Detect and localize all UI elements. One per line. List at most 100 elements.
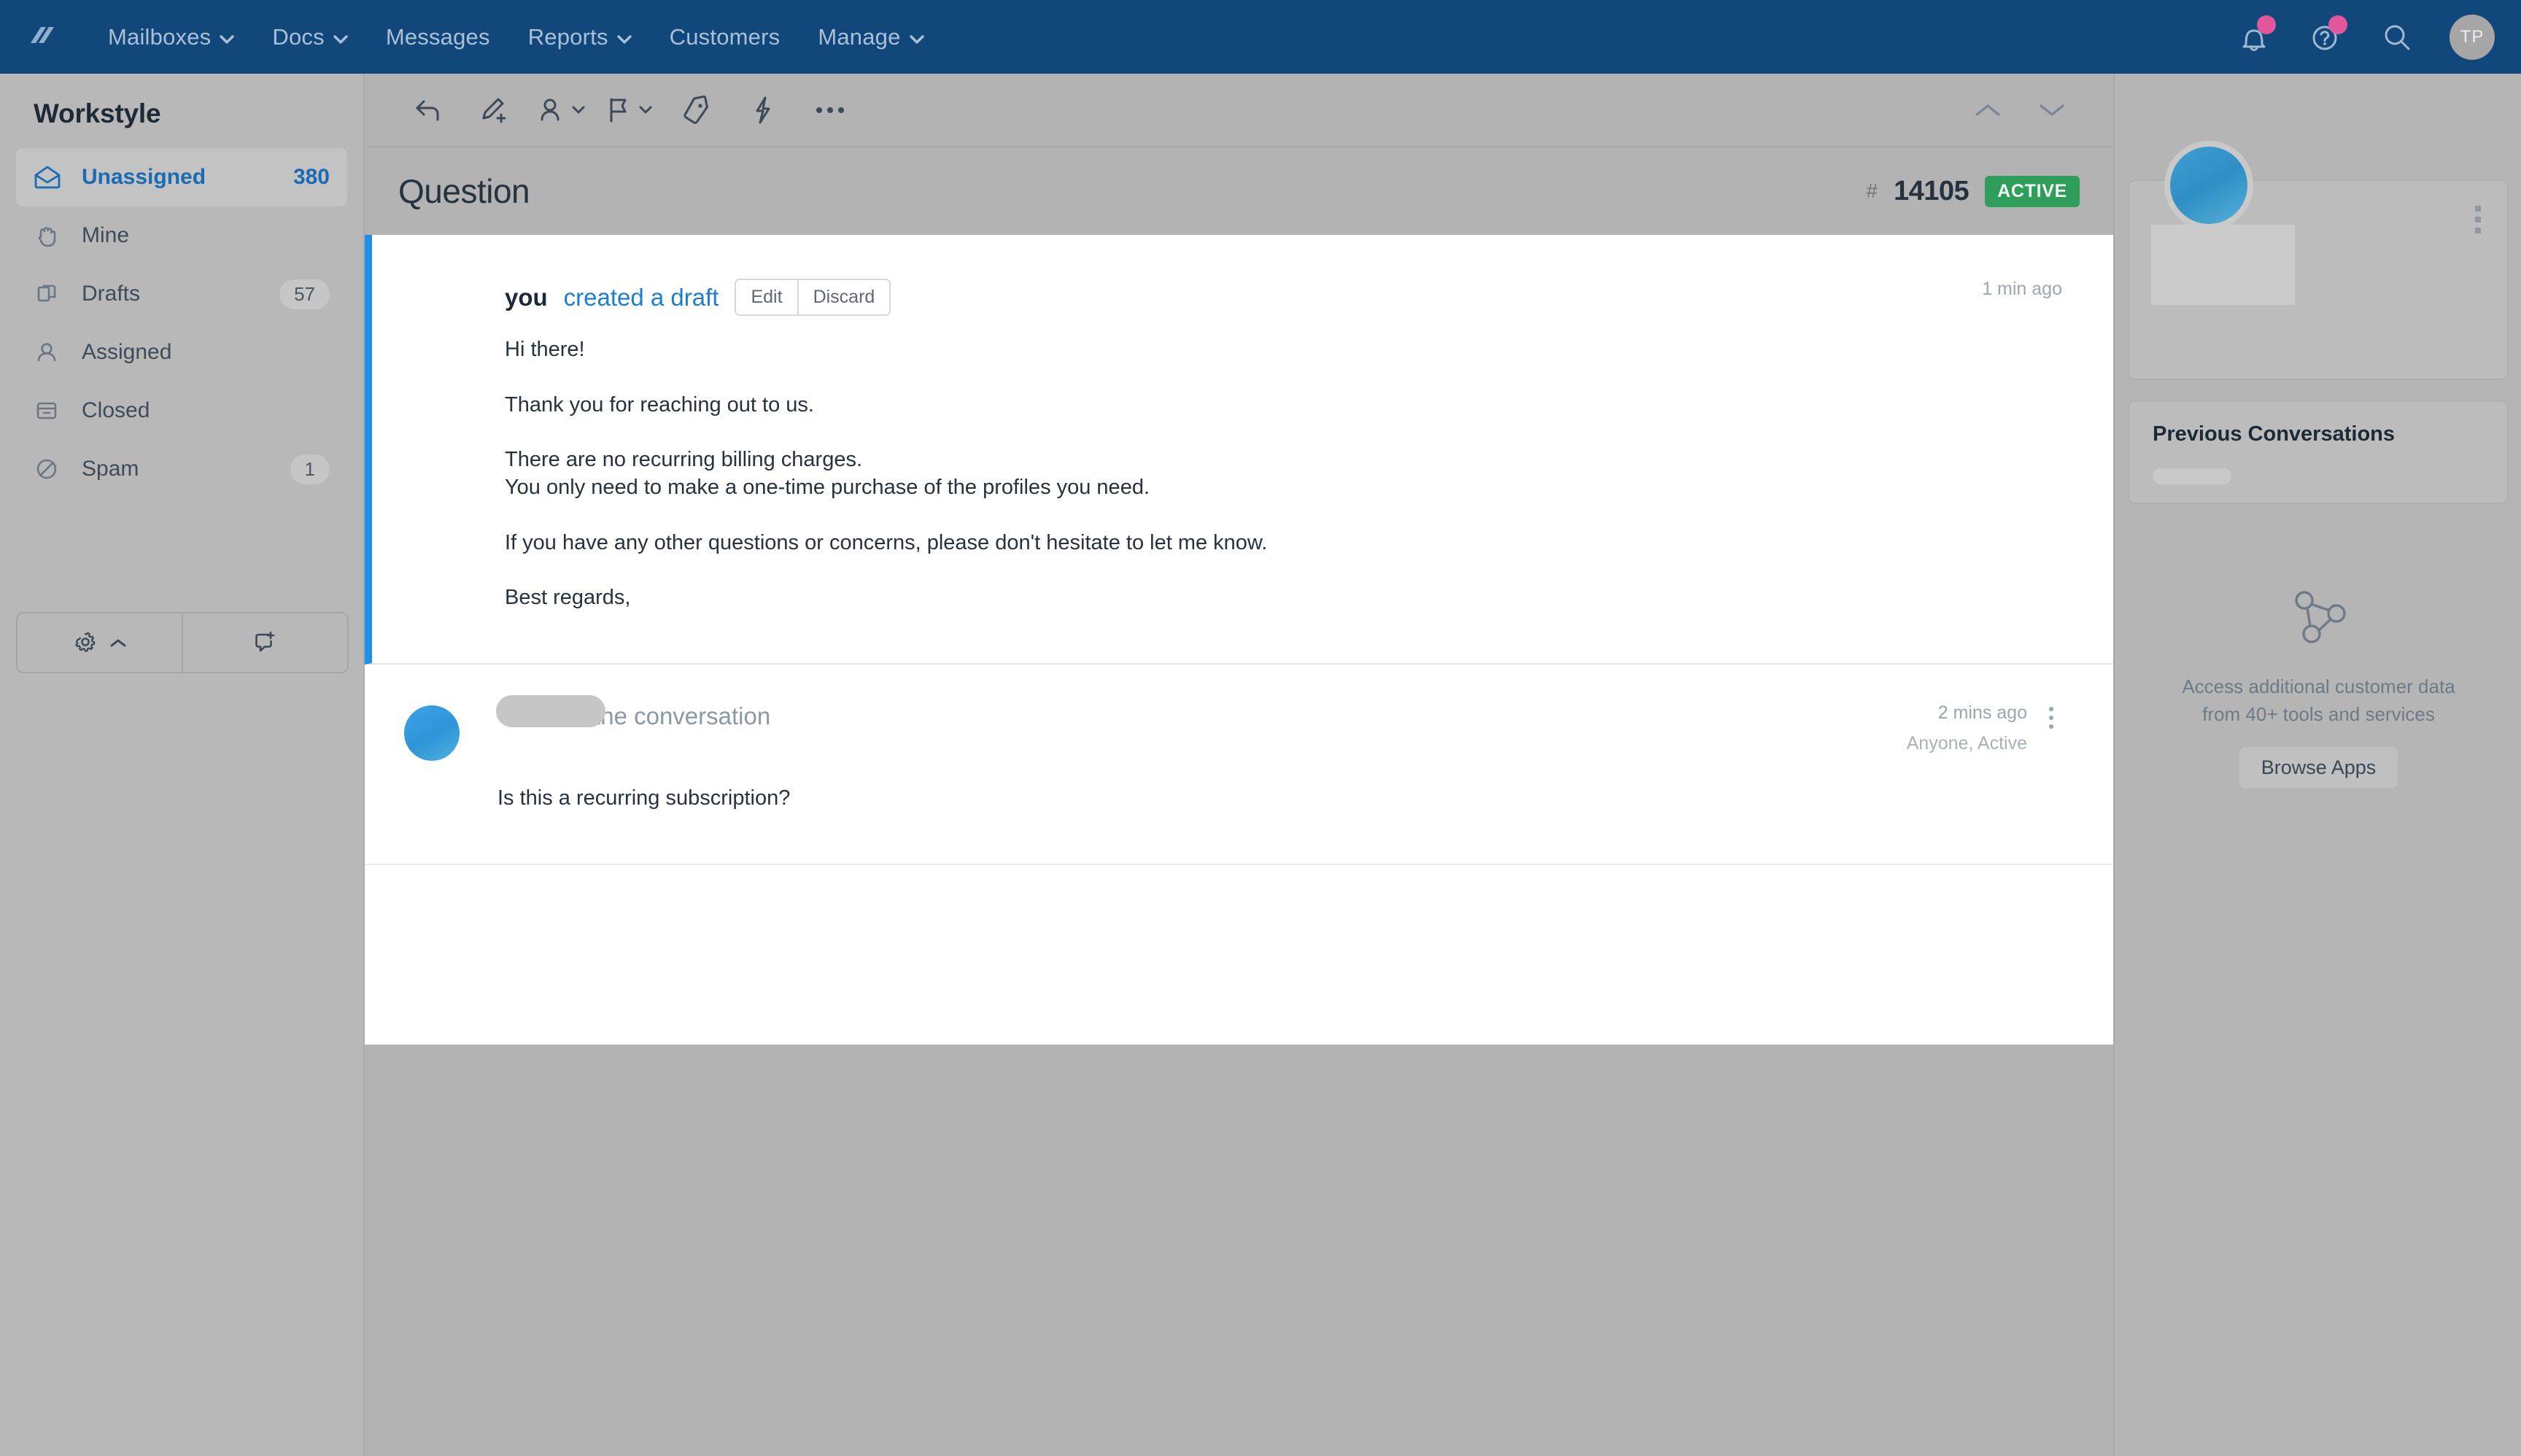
chevron-down-icon — [333, 24, 348, 50]
help-button[interactable] — [2293, 5, 2358, 69]
draft-action-link[interactable]: created a draft — [564, 284, 719, 311]
help-badge — [2328, 15, 2347, 34]
status-button[interactable] — [595, 73, 662, 147]
message-assignment: Anyone, Active — [1906, 733, 2027, 754]
customer-more-button[interactable] — [2475, 206, 2481, 233]
sidebar-item-count: 1 — [290, 454, 330, 484]
draft-actions: Edit Discard — [735, 279, 891, 316]
thread-item-draft: you created a draft Edit Discard 1 min a… — [365, 235, 2113, 665]
nav-item-customers[interactable]: Customers — [651, 0, 799, 74]
folder-list: Unassigned 380 Mine Drafts 57 Assigned C… — [0, 148, 363, 498]
draft-spacer — [505, 502, 2062, 530]
apps-empty-text: Access additional customer data from 40+… — [2182, 673, 2455, 728]
notifications-button[interactable] — [2222, 5, 2286, 69]
nav-item-label: Reports — [527, 23, 608, 50]
chevron-down-icon — [638, 105, 653, 115]
sidebar-footer — [16, 612, 349, 673]
conversation-thread: you created a draft Edit Discard 1 min a… — [365, 235, 2113, 1045]
browse-apps-button[interactable]: Browse Apps — [2239, 747, 2398, 789]
apps-empty-line1: Access additional customer data — [2182, 675, 2455, 697]
nav-item-label: Manage — [818, 23, 901, 50]
person-icon — [538, 96, 565, 125]
reply-button[interactable] — [394, 73, 461, 147]
helpscout-logo-icon[interactable] — [22, 18, 60, 56]
previous-conversation-redacted — [2153, 468, 2231, 484]
apps-empty-line2: from 40+ tools and services — [2202, 702, 2435, 725]
lightning-icon — [751, 95, 775, 125]
chevron-down-icon — [571, 105, 586, 115]
sidebar-item-unassigned[interactable]: Unassigned 380 — [16, 148, 347, 206]
chevron-down-icon — [2040, 104, 2064, 116]
draft-author: you — [505, 283, 548, 311]
previous-conversation-button[interactable] — [1962, 84, 2014, 136]
gear-icon — [73, 630, 99, 656]
person-icon — [34, 339, 73, 365]
customer-card — [2128, 141, 2509, 380]
sidebar-item-mine[interactable]: Mine — [16, 206, 347, 265]
new-conversation-button[interactable] — [182, 613, 347, 672]
nav-item-mailboxes[interactable]: Mailboxes — [89, 0, 253, 74]
conversation-pane: Question # 14105 ACTIVE you created a dr… — [365, 74, 2113, 1456]
mailbox-settings-button[interactable] — [18, 613, 182, 672]
sidebar-item-label: Closed — [82, 398, 150, 422]
previous-conversations-title: Previous Conversations — [2153, 422, 2395, 446]
search-button[interactable] — [2365, 5, 2429, 69]
message-more-button[interactable] — [2040, 702, 2062, 729]
chevron-down-icon — [616, 24, 632, 50]
nav-item-messages[interactable]: Messages — [367, 0, 509, 74]
sidebar-item-drafts[interactable]: Drafts 57 — [16, 265, 347, 323]
customer-avatar — [404, 705, 460, 762]
top-navigation-bar: Mailboxes Docs Messages Reports Customer… — [0, 0, 2521, 74]
discard-draft-button[interactable]: Discard — [797, 280, 890, 314]
nav-item-manage[interactable]: Manage — [799, 0, 942, 74]
apps-empty-state: Access additional customer data from 40+… — [2115, 584, 2521, 789]
more-actions-button[interactable] — [797, 73, 864, 147]
draft-spacer — [505, 419, 2062, 446]
archive-icon — [34, 398, 73, 423]
mailbox-sidebar: Workstyle Unassigned 380 Mine Drafts 57 … — [0, 74, 365, 1456]
draft-timestamp: 1 min ago — [1982, 279, 2062, 299]
message-timestamp: 2 mins ago — [1937, 702, 2027, 724]
sidebar-item-closed[interactable]: Closed — [16, 382, 347, 440]
chevron-down-icon — [909, 24, 924, 50]
chevron-up-icon — [1975, 104, 2000, 116]
nav-item-label: Docs — [272, 23, 325, 50]
customer-avatar-large — [2164, 141, 2253, 230]
search-icon — [2385, 25, 2410, 50]
chevron-up-icon — [109, 638, 127, 648]
user-avatar[interactable]: TP — [2450, 14, 2495, 60]
sidebar-item-assigned[interactable]: Assigned — [16, 323, 347, 382]
edit-draft-button[interactable]: Edit — [736, 280, 797, 314]
sidebar-item-count: 57 — [279, 279, 330, 309]
helpscout-app: Mailboxes Docs Messages Reports Customer… — [0, 0, 2521, 1456]
draft-spacer — [505, 557, 2062, 584]
draft-spacer — [505, 364, 2062, 392]
nav-item-docs[interactable]: Docs — [253, 0, 366, 74]
draft-body: Hi there! Thank you for reaching out to … — [505, 336, 2062, 612]
customer-details-redacted — [2151, 225, 2295, 305]
sidebar-item-label: Mine — [82, 223, 130, 247]
workflow-button[interactable] — [729, 73, 797, 147]
open-envelope-icon — [34, 165, 73, 190]
network-nodes-icon — [2285, 584, 2352, 647]
conversation-meta: # 14105 ACTIVE — [1866, 175, 2080, 207]
draft-line: Thank you for reaching out to us. — [505, 392, 814, 417]
assign-button[interactable] — [528, 73, 595, 147]
chevron-down-icon — [220, 24, 235, 50]
conversation-navigation — [1962, 84, 2113, 136]
sidebar-item-label: Unassigned — [82, 165, 206, 189]
nav-item-reports[interactable]: Reports — [509, 0, 651, 74]
customer-sidebar: Previous Conversations Access additional… — [2113, 74, 2521, 1456]
ellipsis-icon — [813, 104, 847, 116]
tag-button[interactable] — [662, 73, 729, 147]
message-body: Is this a recurring subscription? — [497, 785, 2062, 813]
sidebar-item-label: Spam — [82, 457, 139, 481]
sidebar-item-spam[interactable]: Spam 1 — [16, 440, 347, 498]
message-line: Is this a recurring subscription? — [497, 786, 791, 810]
next-conversation-button[interactable] — [2026, 84, 2078, 136]
sidebar-item-label: Assigned — [82, 340, 172, 364]
sidebar-item-count: 380 — [293, 165, 330, 189]
add-note-button[interactable] — [461, 73, 528, 147]
conversation-hash: # — [1866, 179, 1878, 202]
sidebar-item-label: Drafts — [82, 282, 141, 306]
